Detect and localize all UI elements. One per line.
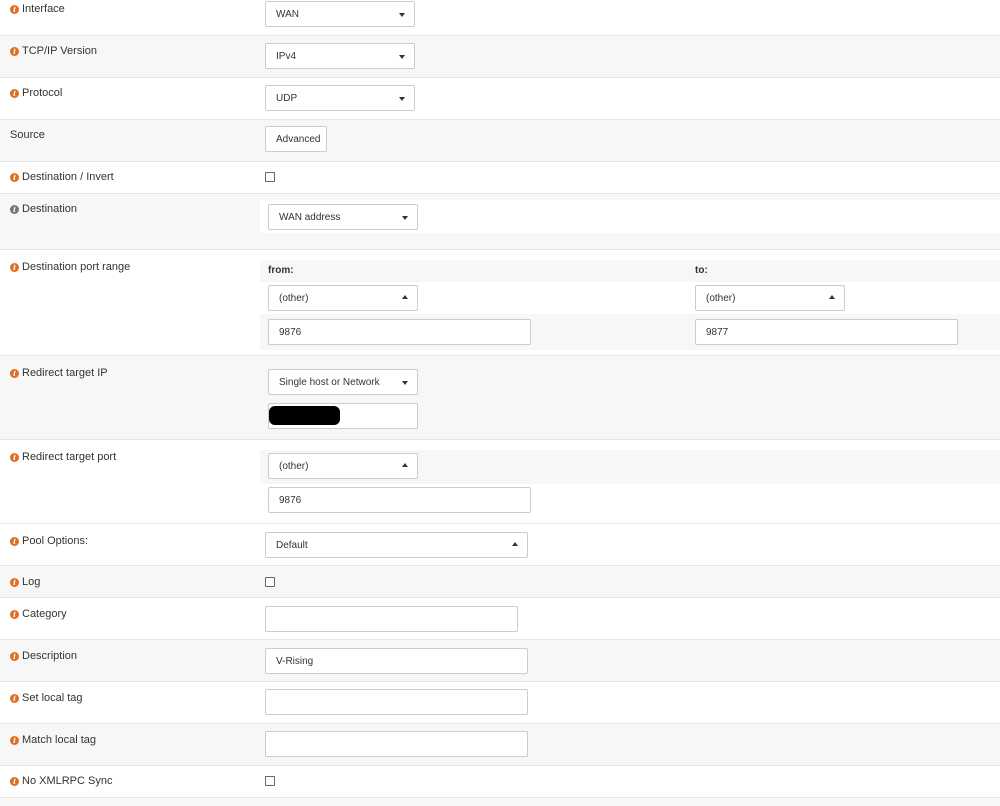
chevron-up-icon — [512, 542, 518, 546]
destination-select[interactable]: WAN address — [268, 204, 418, 230]
row-dest-port-range: i Destination port range from: to: (othe… — [0, 250, 1000, 356]
match-local-tag-input[interactable] — [265, 731, 528, 757]
protocol-select[interactable]: UDP — [265, 85, 415, 111]
redacted-mark — [269, 406, 340, 425]
to-label: to: — [695, 265, 708, 276]
log-checkbox[interactable] — [265, 577, 275, 587]
label-no-xmlrpc-sync: i No XMLRPC Sync — [10, 775, 112, 787]
label-redirect-port: i Redirect target port — [10, 451, 116, 463]
set-local-tag-input[interactable] — [265, 689, 528, 715]
row-match-local-tag: i Match local tag — [0, 724, 1000, 766]
pool-options-select[interactable]: Default — [265, 532, 528, 558]
info-icon[interactable]: i — [10, 693, 19, 703]
info-icon[interactable]: i — [10, 88, 19, 98]
label-interface: i Interface — [10, 3, 65, 15]
info-icon[interactable]: i — [10, 46, 19, 56]
info-icon[interactable]: i — [10, 776, 19, 786]
row-log: i Log — [0, 566, 1000, 598]
label-category: i Category — [10, 608, 67, 620]
category-input[interactable] — [265, 606, 518, 632]
chevron-up-icon — [402, 295, 408, 299]
row-pool-options: i Pool Options: Default — [0, 524, 1000, 566]
info-icon[interactable]: i — [10, 204, 19, 214]
row-interface: i Interface WAN — [0, 0, 1000, 36]
row-source: Source Advanced — [0, 120, 1000, 162]
row-dest-invert: i Destination / Invert — [0, 162, 1000, 194]
interface-select[interactable]: WAN — [265, 1, 415, 27]
info-icon[interactable]: i — [10, 651, 19, 661]
row-next — [0, 798, 1000, 806]
label-destination: i Destination — [10, 203, 77, 215]
redirect-port-input[interactable]: 9876 — [268, 487, 531, 513]
info-icon[interactable]: i — [10, 735, 19, 745]
label-set-local-tag: i Set local tag — [10, 692, 83, 704]
to-port-input[interactable]: 9877 — [695, 319, 958, 345]
redirect-ip-type-select[interactable]: Single host or Network — [268, 369, 418, 395]
row-description: i Description V-Rising — [0, 640, 1000, 682]
chevron-up-icon — [829, 295, 835, 299]
advanced-button[interactable]: Advanced — [265, 126, 327, 152]
chevron-down-icon — [399, 55, 405, 59]
label-ip-version: i TCP/IP Version — [10, 45, 97, 57]
row-set-local-tag: i Set local tag — [0, 682, 1000, 724]
from-port-select[interactable]: (other) — [268, 285, 418, 311]
info-icon[interactable]: i — [10, 536, 19, 546]
label-description: i Description — [10, 650, 77, 662]
info-icon[interactable]: i — [10, 609, 19, 619]
label-match-local-tag: i Match local tag — [10, 734, 96, 746]
to-port-select[interactable]: (other) — [695, 285, 845, 311]
dest-invert-checkbox[interactable] — [265, 172, 275, 182]
label-protocol: i Protocol — [10, 87, 62, 99]
info-icon[interactable]: i — [10, 452, 19, 462]
label-log: i Log — [10, 576, 40, 588]
description-input[interactable]: V-Rising — [265, 648, 528, 674]
label-dest-port-range: i Destination port range — [10, 261, 130, 273]
ip-version-select[interactable]: IPv4 — [265, 43, 415, 69]
label-redirect-ip: i Redirect target IP — [10, 367, 108, 379]
chevron-up-icon — [402, 463, 408, 467]
chevron-down-icon — [402, 216, 408, 220]
label-dest-invert: i Destination / Invert — [10, 171, 114, 183]
redirect-port-select[interactable]: (other) — [268, 453, 418, 479]
row-ip-version: i TCP/IP Version IPv4 — [0, 36, 1000, 78]
info-icon[interactable]: i — [10, 368, 19, 378]
row-category: i Category — [0, 598, 1000, 640]
from-label: from: — [268, 265, 294, 276]
label-source: Source — [10, 129, 45, 141]
info-icon[interactable]: i — [10, 4, 19, 14]
row-destination: i Destination WAN address — [0, 194, 1000, 250]
row-redirect-ip: i Redirect target IP Single host or Netw… — [0, 356, 1000, 440]
from-port-input[interactable]: 9876 — [268, 319, 531, 345]
info-icon[interactable]: i — [10, 577, 19, 587]
row-protocol: i Protocol UDP — [0, 78, 1000, 120]
chevron-down-icon — [399, 97, 405, 101]
chevron-down-icon — [399, 13, 405, 17]
no-xmlrpc-sync-checkbox[interactable] — [265, 776, 275, 786]
info-icon[interactable]: i — [10, 172, 19, 182]
row-no-xmlrpc-sync: i No XMLRPC Sync — [0, 766, 1000, 798]
info-icon[interactable]: i — [10, 262, 19, 272]
row-redirect-port: i Redirect target port (other) 9876 — [0, 440, 1000, 524]
chevron-down-icon — [402, 381, 408, 385]
label-pool-options: i Pool Options: — [10, 535, 88, 547]
